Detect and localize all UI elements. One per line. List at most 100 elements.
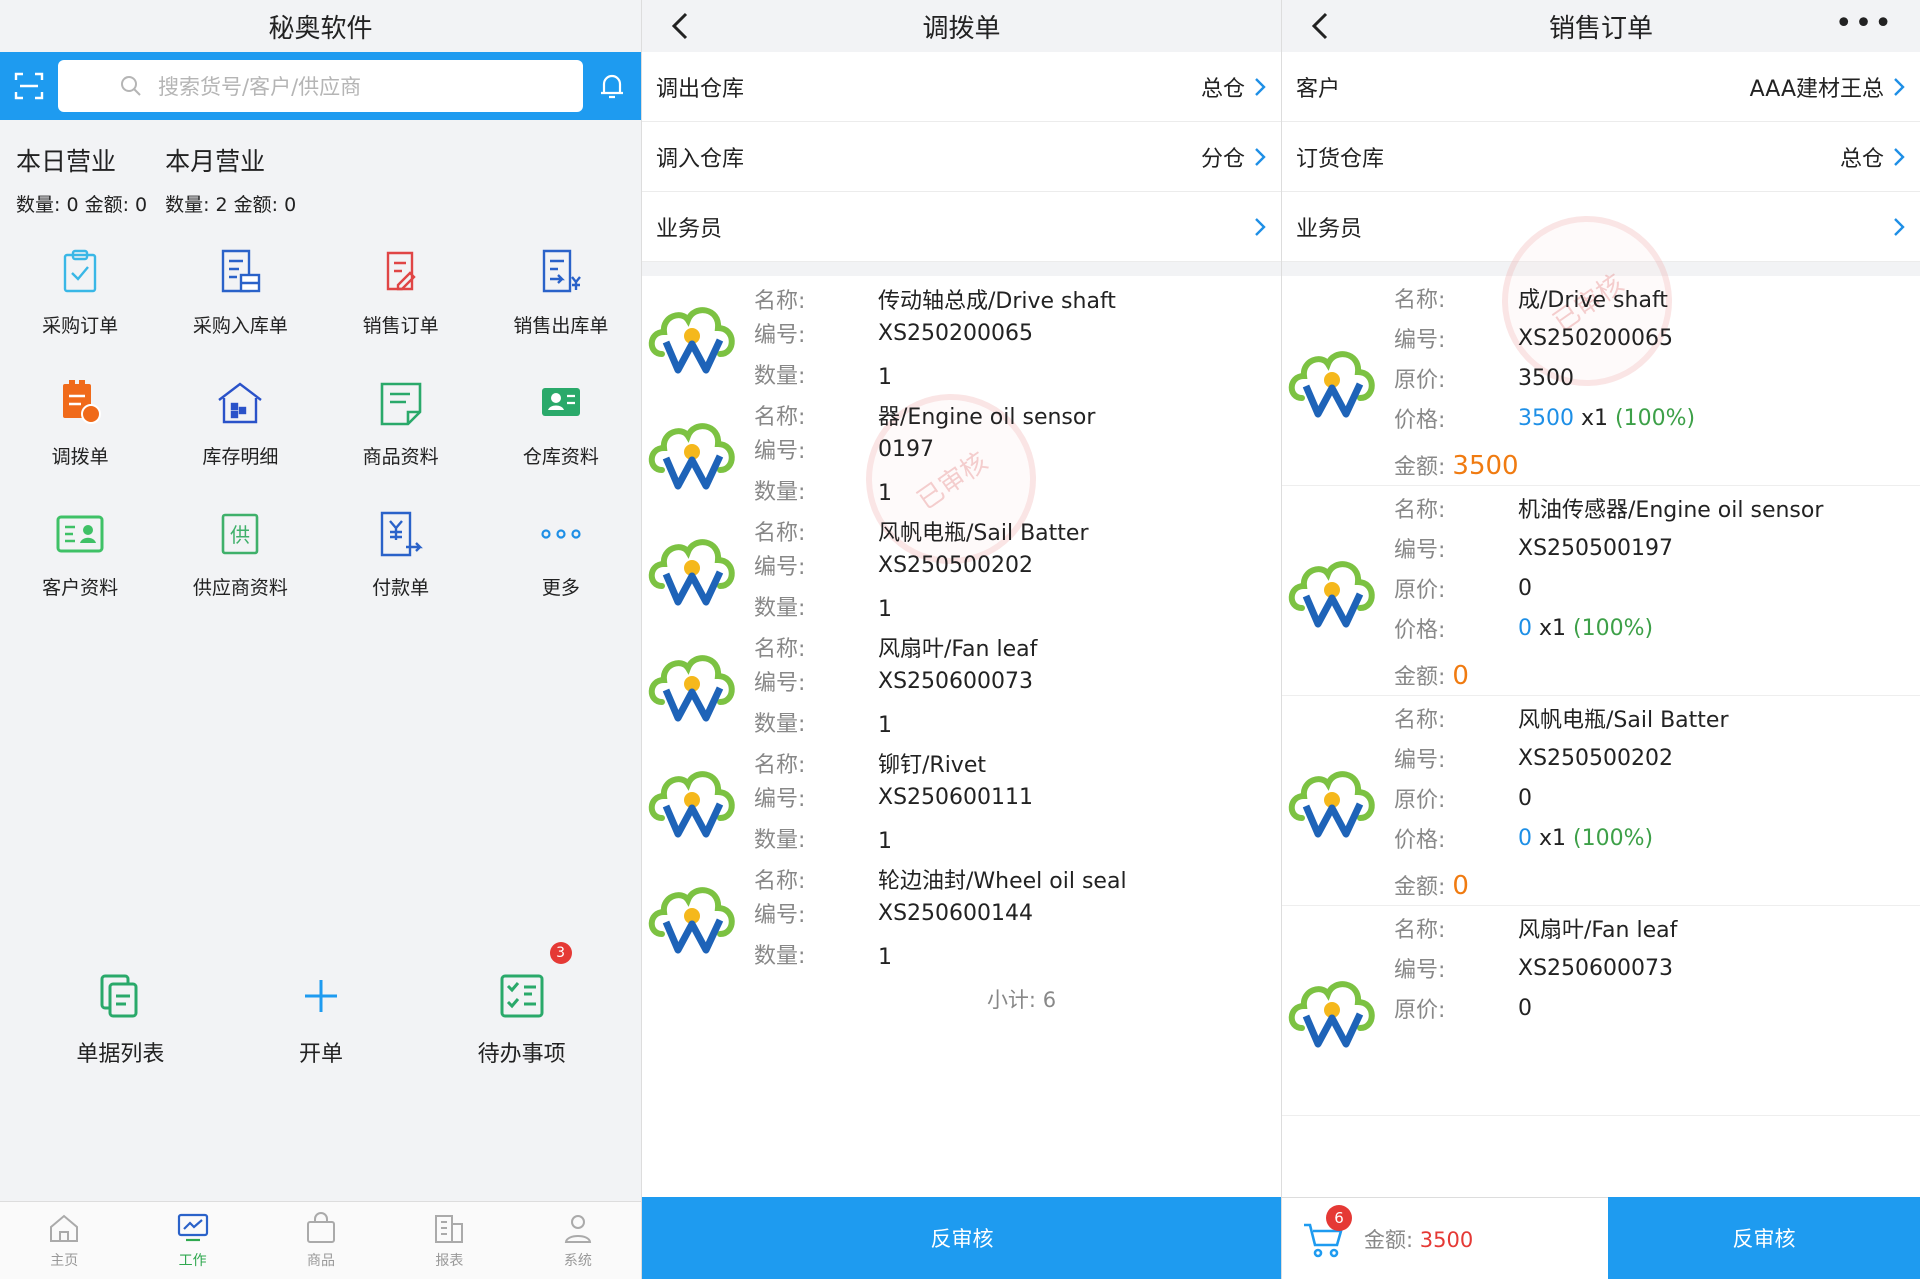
back-icon[interactable] xyxy=(666,6,696,46)
tab-goods[interactable]: 商品 xyxy=(257,1202,385,1279)
sales-order-panel: 销售订单 ••• 客户 AAA建材王总 订货仓库 总仓 业务员 已审核 名称: 成… xyxy=(1282,0,1920,1279)
field-label: 名称: xyxy=(1394,288,1446,313)
field-row: 原价: 0 xyxy=(1382,568,1920,608)
grid-item-supplier[interactable]: 供 供应商资料 xyxy=(160,509,320,600)
field-label: 原价: xyxy=(1394,788,1446,813)
search-icon xyxy=(121,76,141,96)
grid-item-purchase-order[interactable]: 采购订单 xyxy=(0,247,160,338)
order-warehouse-row[interactable]: 订货仓库 总仓 xyxy=(1282,122,1920,192)
grid-item-more[interactable]: 更多 xyxy=(481,509,641,600)
field-label: 编号: xyxy=(1394,958,1446,983)
field-value: 0 xyxy=(1518,995,1532,1021)
customer-row[interactable]: 客户 AAA建材王总 xyxy=(1282,52,1920,122)
field-row: 数量: 1 xyxy=(742,466,1281,506)
field-row: 原价: 0 xyxy=(1382,988,1920,1028)
month-stats[interactable]: 本月营业 数量: 2 金额: 0 xyxy=(165,142,296,217)
section-gap xyxy=(1282,262,1920,276)
business-stats: 本日营业 数量: 0 金额: 0 本月营业 数量: 2 金额: 0 xyxy=(0,120,641,217)
tab-system[interactable]: 系统 xyxy=(514,1202,641,1279)
field-value: 1 xyxy=(878,829,892,854)
grid-item-goods[interactable]: 商品资料 xyxy=(321,378,481,469)
more-icon[interactable]: ••• xyxy=(1835,6,1894,41)
grid-label: 付款单 xyxy=(372,577,430,599)
field-row: 名称: 铆钉/Rivet xyxy=(742,746,1281,780)
field-value: 传动轴总成/Drive shaft xyxy=(878,289,1116,314)
transfer-item[interactable]: 名称: 轮边油封/Wheel oil seal 编号: XS250600144 数量: 1 xyxy=(642,856,1281,972)
in-warehouse-row[interactable]: 调入仓库 分仓 xyxy=(642,122,1281,192)
search-input[interactable]: 搜索货号/客户/供应商 xyxy=(58,60,583,112)
field-value: 3500 x1 (100%) xyxy=(1518,405,1696,431)
sales-item[interactable]: 名称: 风扇叶/Fan leaf 编号: XS250600073 原价: 0 xyxy=(1282,906,1920,1116)
scan-icon[interactable] xyxy=(14,71,44,101)
field-value: 机油传感器/Engine oil sensor xyxy=(1518,498,1824,523)
tab-reports[interactable]: 报表 xyxy=(385,1202,513,1279)
grid-item-transfer[interactable]: 调拨单 xyxy=(0,378,160,469)
item-logo xyxy=(642,862,742,972)
item-fields: 名称: 轮边油封/Wheel oil seal 编号: XS250600144 数量: 1 xyxy=(742,862,1281,972)
transfer-item[interactable]: 名称: 风帆电瓶/Sail Batter 编号: XS250500202 数量: 1 xyxy=(642,508,1281,624)
product-logo-icon xyxy=(1288,980,1375,1047)
transfer-item[interactable]: 名称: 风扇叶/Fan leaf 编号: XS250600073 数量: 1 xyxy=(642,624,1281,740)
today-summary: 数量: 0 金额: 0 xyxy=(16,194,148,216)
field-row: 名称: 轮边油封/Wheel oil seal xyxy=(742,862,1281,896)
bell-icon[interactable] xyxy=(597,71,627,101)
back-icon[interactable] xyxy=(1306,6,1336,46)
today-stats[interactable]: 本日营业 数量: 0 金额: 0 xyxy=(16,142,147,217)
grid-item-inventory[interactable]: 库存明细 xyxy=(160,378,320,469)
grid-item-customer[interactable]: 客户资料 xyxy=(0,509,160,600)
sales-item[interactable]: 名称: 机油传感器/Engine oil sensor 编号: XS250500197… xyxy=(1282,486,1920,696)
row-label: 调入仓库 xyxy=(656,146,745,172)
field-row: 编号: XS250500197 xyxy=(1382,528,1920,568)
todo-button[interactable]: 3 待办事项 xyxy=(432,942,612,1068)
grid-item-warehouse[interactable]: 仓库资料 xyxy=(481,378,641,469)
grid-item-sales-order[interactable]: 销售订单 xyxy=(321,247,481,338)
field-label: 数量: xyxy=(754,364,806,389)
clipboard-check-icon xyxy=(63,249,97,293)
doc-list-icon xyxy=(100,974,138,1018)
bottom-tabbar: 主页 工作 商品 报表 系统 xyxy=(0,1201,641,1279)
field-row: 数量: 1 xyxy=(742,698,1281,738)
page-title: 销售订单 xyxy=(1548,13,1653,44)
item-fields: 名称: 器/Engine oil sensor 编号: 0197 数量: 1 xyxy=(742,398,1281,508)
tab-label: 系统 xyxy=(563,1252,592,1269)
grid-item-sales-outbound[interactable]: 销售出库单 xyxy=(481,247,641,338)
grid-item-purchase-inbound[interactable]: 采购入库单 xyxy=(160,247,320,338)
sales-item[interactable]: 名称: 成/Drive shaft 编号: XS250200065 原价: 3500 价格:… xyxy=(1282,276,1920,486)
cart-bar: 6 金额: 3500 xyxy=(1282,1197,1608,1279)
transfer-item[interactable]: 名称: 传动轴总成/Drive shaft 编号: XS250200065 数量: 1 xyxy=(642,276,1281,392)
unapprove-button[interactable]: 反审核 xyxy=(1608,1197,1920,1279)
field-value: 风帆电瓶/Sail Batter xyxy=(1518,708,1729,733)
field-row: 编号: XS250500202 xyxy=(742,548,1281,582)
payment-doc-icon xyxy=(380,511,423,557)
product-logo-icon xyxy=(1288,770,1375,837)
field-value: XS250600073 xyxy=(1518,955,1674,981)
grid-label: 更多 xyxy=(541,577,580,599)
doc-list-button[interactable]: 单据列表 xyxy=(30,972,210,1068)
field-label: 价格: xyxy=(1394,618,1446,643)
cart-button[interactable]: 6 xyxy=(1302,1204,1352,1259)
field-row: 数量: 1 xyxy=(742,582,1281,622)
sales-item[interactable]: 名称: 风帆电瓶/Sail Batter 编号: XS250500202 原价: 0 价格:… xyxy=(1282,696,1920,906)
field-label: 数量: xyxy=(754,712,806,737)
new-order-button[interactable]: 开单 xyxy=(231,972,411,1068)
salesperson-row[interactable]: 业务员 xyxy=(642,192,1281,262)
product-logo-icon xyxy=(648,307,735,374)
salesperson-row[interactable]: 业务员 xyxy=(1282,192,1920,262)
field-row: 原价: 0 xyxy=(1382,778,1920,818)
cart-amount: 金额: 3500 xyxy=(1364,1224,1473,1254)
tab-label: 主页 xyxy=(50,1252,79,1269)
unapprove-button[interactable]: 反审核 xyxy=(642,1197,1281,1279)
out-warehouse-row[interactable]: 调出仓库 总仓 xyxy=(642,52,1281,122)
field-label: 数量: xyxy=(754,944,806,969)
tab-home[interactable]: 主页 xyxy=(0,1202,128,1279)
grid-item-payment[interactable]: 付款单 xyxy=(321,509,481,600)
tab-work[interactable]: 工作 xyxy=(128,1202,256,1279)
field-label: 数量: xyxy=(754,828,806,853)
field-row: 原价: 3500 xyxy=(1382,358,1920,398)
transfer-item[interactable]: 名称: 铆钉/Rivet 编号: XS250600111 数量: 1 xyxy=(642,740,1281,856)
chevron-right-icon xyxy=(1894,77,1905,96)
section-gap xyxy=(642,262,1281,276)
field-label: 价格: xyxy=(1394,408,1446,433)
transfer-item[interactable]: 名称: 器/Engine oil sensor 编号: 0197 数量: 1 xyxy=(642,392,1281,508)
field-label: 编号: xyxy=(754,671,806,696)
